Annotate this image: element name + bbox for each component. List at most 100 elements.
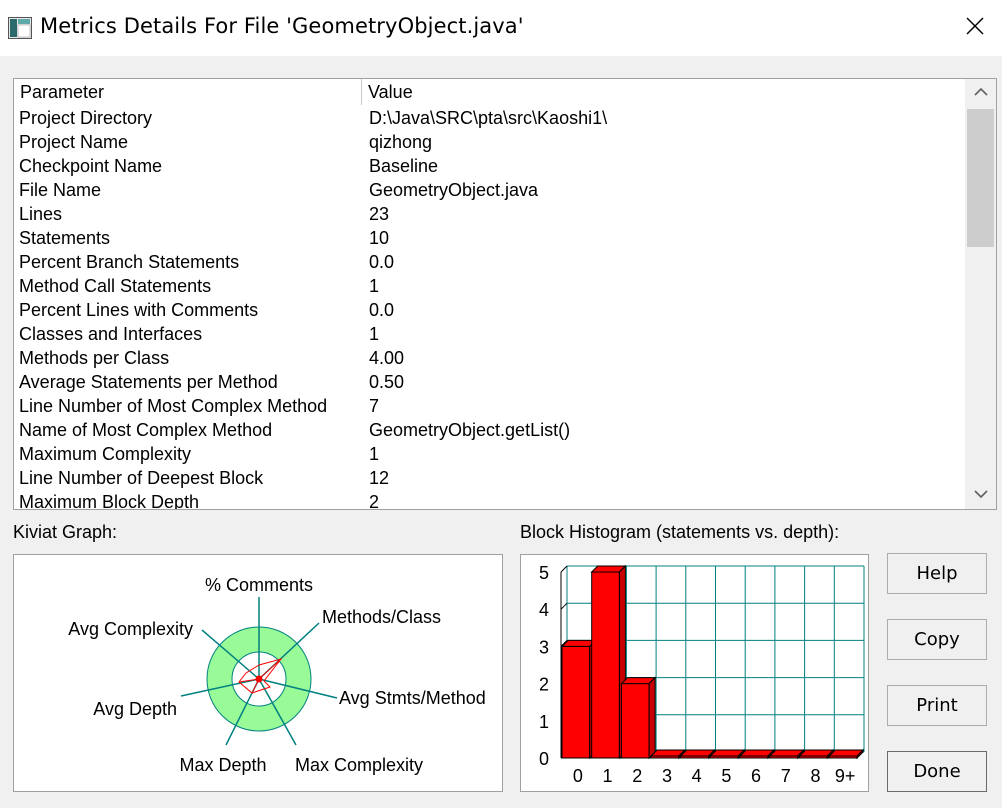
cell-value: Baseline: [369, 155, 439, 176]
cell-value: qizhong: [369, 131, 433, 152]
chevron-up-icon: [973, 84, 988, 102]
table-row[interactable]: Statements 10: [14, 226, 965, 250]
y-tick-label: 2: [539, 675, 549, 695]
cell-parameter: Checkpoint Name: [19, 155, 163, 176]
cell-value: 4.00: [369, 347, 405, 368]
cell-value: 12: [369, 467, 390, 488]
x-tick-label: 9+: [835, 766, 856, 786]
table-row[interactable]: Maximum Block Depth 2: [14, 490, 965, 510]
scroll-thumb[interactable]: [967, 109, 994, 247]
table-row[interactable]: Method Call Statements 1: [14, 274, 965, 298]
close-icon: [966, 17, 984, 40]
table-row[interactable]: Classes and Interfaces 1: [14, 322, 965, 346]
done-button[interactable]: Done: [887, 751, 987, 792]
table-row[interactable]: Lines 23: [14, 202, 965, 226]
y-tick-label: 4: [539, 600, 549, 620]
grid-depth-line: [560, 565, 568, 573]
window-title: Metrics Details For File 'GeometryObject…: [40, 14, 524, 38]
cell-parameter: Classes and Interfaces: [19, 323, 203, 344]
kiviat-axis-label-comments: % Comments: [205, 575, 313, 595]
table-row[interactable]: Line Number of Deepest Block 12: [14, 466, 965, 490]
cell-value: 7: [369, 395, 380, 416]
table-header: Parameter Value: [14, 79, 965, 105]
table-row[interactable]: Methods per Class 4.00: [14, 346, 965, 370]
kiviat-axis-label-max-depth: Max Depth: [179, 755, 266, 775]
table-row[interactable]: Maximum Complexity 1: [14, 442, 965, 466]
table-row[interactable]: Percent Branch Statements 0.0: [14, 250, 965, 274]
y-tick-label: 1: [539, 712, 549, 732]
y-tick-label: 0: [539, 749, 549, 769]
cell-parameter: Percent Branch Statements: [19, 251, 240, 272]
cell-value: 1: [369, 275, 380, 296]
cell-value: 2: [369, 491, 380, 510]
kiviat-graph: % Comments Methods/Class Avg Stmts/Metho…: [13, 554, 503, 792]
cell-value: D:\Java\SRC\pta\src\Kaoshi1\: [369, 107, 608, 128]
y-tick-label: 3: [539, 637, 549, 657]
cell-value: GeometryObject.java: [369, 179, 539, 200]
kiviat-axis-label-avg-complexity: Avg Complexity: [68, 619, 193, 639]
cell-parameter: Statements: [19, 227, 111, 248]
scroll-up-button[interactable]: [965, 79, 996, 107]
histogram-bar: [591, 571, 620, 759]
cell-value: 0.50: [369, 371, 405, 392]
cell-parameter: Name of Most Complex Method: [19, 419, 273, 440]
table-row[interactable]: Percent Lines with Comments 0.0: [14, 298, 965, 322]
cell-parameter: Maximum Complexity: [19, 443, 192, 464]
kiviat-center-dot: [255, 675, 263, 683]
cell-parameter: Methods per Class: [19, 347, 170, 368]
copy-button[interactable]: Copy: [887, 619, 987, 660]
cell-parameter: Project Name: [19, 131, 129, 152]
x-tick-label: 0: [573, 766, 583, 786]
metrics-table[interactable]: Parameter Value Project Directory D:\Java…: [13, 78, 997, 510]
y-tick-label: 5: [539, 563, 549, 583]
table-row[interactable]: Line Number of Most Complex Method 7: [14, 394, 965, 418]
cell-value: 0.0: [369, 299, 395, 320]
block-histogram: 0 1 2 3 4 5 0 1 2 3 4 5 6 7 8 9+: [520, 554, 869, 792]
kiviat-axis-label-methods-class: Methods/Class: [322, 607, 441, 627]
cell-parameter: Line Number of Most Complex Method: [19, 395, 328, 416]
table-body: Project Directory D:\Java\SRC\pta\src\Kao…: [14, 106, 965, 510]
table-row[interactable]: File Name GeometryObject.java: [14, 178, 965, 202]
cell-parameter: Percent Lines with Comments: [19, 299, 259, 320]
x-tick-label: 7: [781, 766, 791, 786]
x-tick-label: 8: [810, 766, 820, 786]
x-tick-label: 2: [632, 766, 642, 786]
histogram-bar: [620, 683, 650, 759]
column-header-parameter[interactable]: Parameter: [14, 79, 362, 105]
cell-value: 10: [369, 227, 390, 248]
histogram-bar-side: [648, 676, 656, 760]
vertical-scrollbar[interactable]: [965, 79, 996, 509]
kiviat-label: Kiviat Graph:: [13, 522, 118, 542]
cell-value: 23: [369, 203, 390, 224]
cell-parameter: Method Call Statements: [19, 275, 212, 296]
cell-value: 0.0: [369, 251, 395, 272]
kiviat-axis-label-avg-depth: Avg Depth: [93, 699, 177, 719]
cell-parameter: Average Statements per Method: [19, 371, 278, 392]
cell-value: 1: [369, 323, 380, 344]
x-tick-label: 3: [662, 766, 672, 786]
table-row[interactable]: Average Statements per Method 0.50: [14, 370, 965, 394]
kiviat-axis-label-max-complexity: Max Complexity: [295, 755, 423, 775]
table-row[interactable]: Name of Most Complex Method GeometryObjec…: [14, 418, 965, 442]
x-tick-label: 1: [603, 766, 613, 786]
scroll-down-button[interactable]: [965, 481, 996, 509]
grid-depth-line: [560, 602, 568, 610]
x-tick-label: 6: [751, 766, 761, 786]
table-row[interactable]: Project Directory D:\Java\SRC\pta\src\Kao…: [14, 106, 965, 130]
print-button[interactable]: Print: [887, 685, 987, 726]
table-row[interactable]: Project Name qizhong: [14, 130, 965, 154]
help-button[interactable]: Help: [887, 553, 987, 594]
x-tick-label: 5: [721, 766, 731, 786]
cell-parameter: Maximum Block Depth: [19, 491, 200, 510]
cell-parameter: Lines: [19, 203, 63, 224]
table-row[interactable]: Checkpoint Name Baseline: [14, 154, 965, 178]
cell-parameter: File Name: [19, 179, 102, 200]
close-button[interactable]: [955, 8, 995, 48]
histogram-bar: [561, 645, 591, 759]
cell-value: 1: [369, 443, 380, 464]
kiviat-axis-label-avg-stmts: Avg Stmts/Method: [339, 688, 486, 708]
x-tick-label: 4: [692, 766, 702, 786]
app-icon: [8, 17, 32, 39]
cell-parameter: Project Directory: [19, 107, 153, 128]
column-header-value[interactable]: Value: [362, 79, 965, 105]
